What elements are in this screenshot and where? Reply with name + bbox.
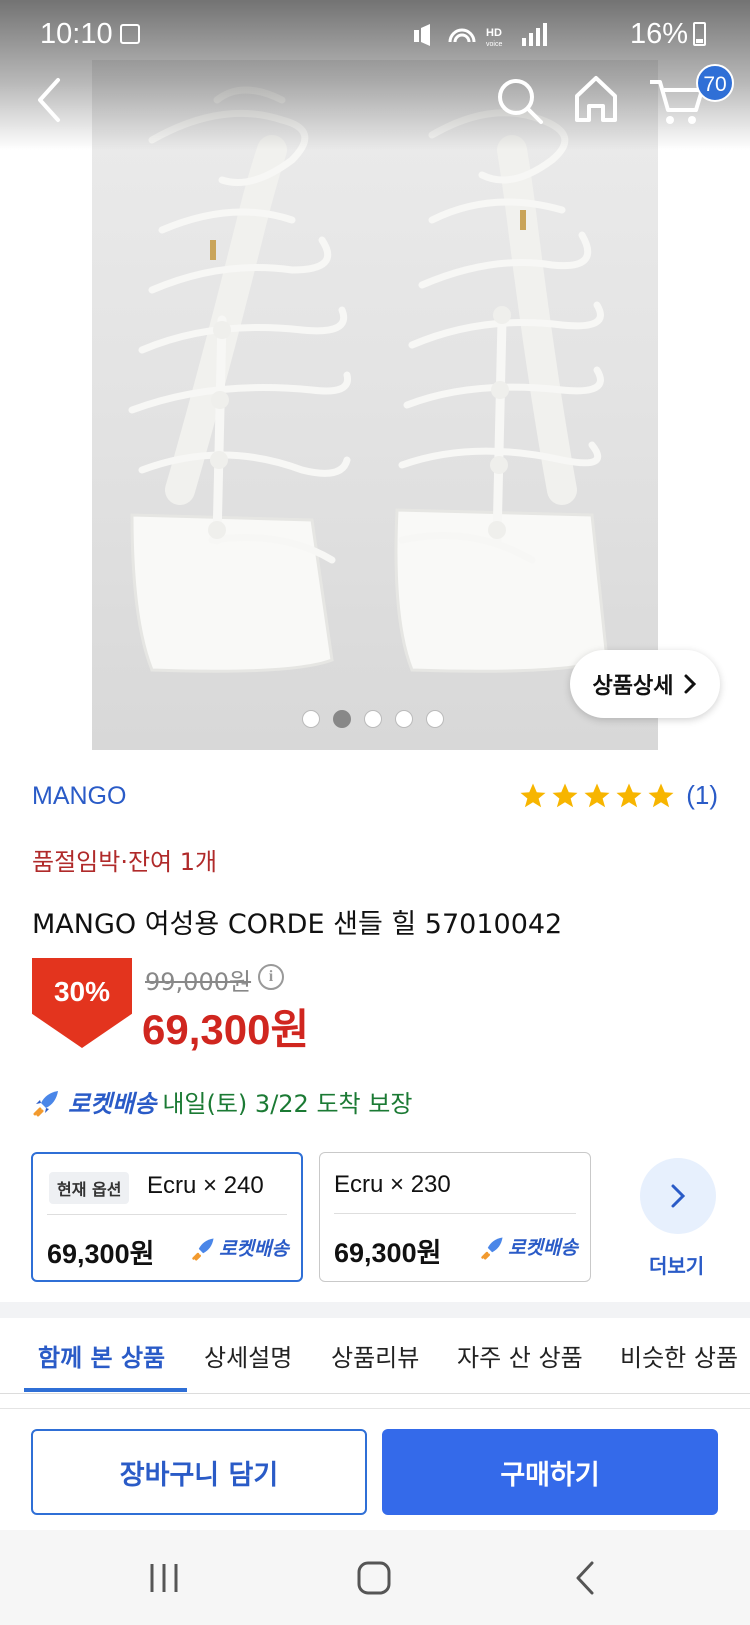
option-shipping-label: 로켓배송 [508,1237,578,1259]
option-name: Ecru × 230 [334,1171,451,1198]
sandal-illustration [128,86,609,673]
battery-icon [693,22,706,46]
option-name: Ecru × 240 [147,1172,264,1199]
signal-icons: HD voice [414,23,547,48]
original-price: 99,000원 [145,968,252,996]
rocket-delivery-label: 로켓배송 [68,1090,157,1118]
battery-percent: 16% [629,18,688,50]
delivery-info: 로켓배송 내일(토) 3/22 도착 보장 [32,1084,412,1119]
option-card[interactable]: Ecru × 230 69,300원 로켓배송 [319,1152,591,1282]
more-options-label[interactable]: 더보기 [649,1250,704,1279]
carousel-dot[interactable] [426,710,444,728]
option-rocket-delivery: 로켓배송 [480,1233,578,1260]
product-tabs: 함께 본 상품 상세설명 상품리뷰 자주 산 상품 비슷한 상품 [0,1318,750,1394]
discount-badge: 30% [32,958,132,1048]
svg-text:HD: HD [486,27,502,39]
star-icon [584,783,610,807]
rating[interactable]: (1) [518,780,718,811]
brand-link[interactable]: MANGO [32,782,126,811]
product-photo [92,60,658,750]
star-icon [520,783,546,807]
divider [0,1408,750,1409]
home-icon[interactable] [571,72,621,126]
gallery-notification-icon [120,24,140,44]
recent-apps-icon[interactable] [142,1558,186,1598]
rocket-icon [481,1236,503,1260]
divider [334,1213,576,1214]
active-tab-indicator [24,1388,187,1392]
back-arrow-icon[interactable] [26,70,76,130]
rocket-icon [33,1090,58,1116]
add-to-cart-button[interactable]: 장바구니 담기 [31,1429,367,1515]
carousel-dot-active[interactable] [333,710,351,728]
product-detail-label: 상품상세 [592,674,674,699]
current-option-tag: 현재 옵션 [49,1172,130,1204]
buy-now-button[interactable]: 구매하기 [382,1429,718,1515]
star-icon [616,783,642,807]
product-detail-button[interactable]: 상품상세 [570,650,720,718]
carousel-dot[interactable] [395,710,413,728]
home-button-icon[interactable] [352,1558,396,1598]
search-icon[interactable] [495,76,545,126]
divider [47,1214,287,1215]
stock-notice: 품절임박·잔여 1개 [32,848,218,876]
option-rocket-delivery: 로켓배송 [191,1234,289,1261]
delivery-eta: 내일(토) 3/22 도착 보장 [162,1090,413,1118]
cart-count-badge: 70 [696,64,734,102]
option-shipping-label: 로켓배송 [219,1238,289,1260]
tab-viewed-together[interactable]: 함께 본 상품 [38,1338,165,1373]
option-card-current[interactable]: 현재 옵션 Ecru × 240 69,300원 로켓배송 [31,1152,303,1282]
carousel-pagination [302,710,444,728]
status-time: 10:10 [40,18,113,50]
system-navigation-bar [0,1530,750,1625]
tab-similar[interactable]: 비슷한 상품 [620,1338,738,1373]
status-bar: 10:10 HD voice 16% [0,0,750,72]
chevron-right-icon [671,1184,686,1208]
star-icon [648,783,674,807]
product-title: MANGO 여성용 CORDE 샌들 힐 57010042 [32,909,563,940]
tab-frequently-bought[interactable]: 자주 산 상품 [457,1338,583,1373]
carousel-dot[interactable] [364,710,382,728]
back-button-icon[interactable] [564,1558,608,1598]
more-options-button[interactable] [640,1158,716,1234]
chevron-right-icon [684,674,697,694]
section-divider [0,1302,750,1318]
rocket-icon [192,1237,214,1261]
option-price: 69,300원 [47,1239,155,1269]
sale-price: 69,300원 [142,1006,310,1053]
tab-reviews[interactable]: 상품리뷰 [331,1338,419,1373]
option-price: 69,300원 [334,1238,442,1268]
info-icon[interactable]: i [258,964,284,990]
svg-text:voice: voice [486,41,502,48]
product-image-carousel[interactable]: 10:10 HD voice 16% 70 상품상세 [0,0,750,750]
carousel-dot[interactable] [302,710,320,728]
star-icon [552,783,578,807]
review-count: (1) [686,780,718,810]
tab-description[interactable]: 상세설명 [204,1338,292,1373]
